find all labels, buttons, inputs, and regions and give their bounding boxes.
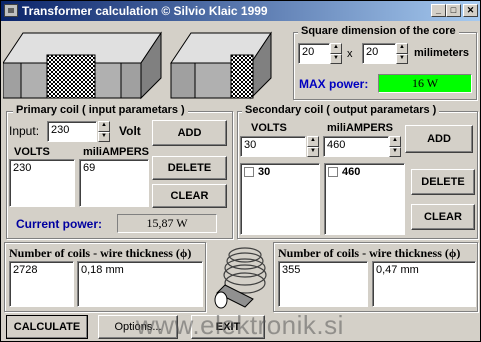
input-voltage-field[interactable]: 230 — [47, 121, 97, 142]
title-bar[interactable]: Transformer calculation © Silvio Klaic 1… — [1, 1, 480, 21]
input-label: Input: — [9, 124, 40, 138]
core-group-label: Square dimension of the core — [298, 25, 459, 37]
list-item[interactable]: 460 — [328, 166, 360, 178]
list-item[interactable]: 30 — [244, 166, 270, 178]
secondary-thickness-value: 0,47 mm — [376, 264, 419, 276]
minimize-button[interactable]: _ — [431, 4, 446, 17]
max-power-value: 16 W — [378, 74, 472, 93]
spin-down-icon[interactable]: ▼ — [389, 146, 401, 157]
core-dim-b-spinner[interactable]: ▲ ▼ — [396, 43, 408, 64]
secondary-add-button[interactable]: ADD — [405, 125, 473, 153]
maximize-icon: □ — [450, 5, 457, 15]
spin-down-icon[interactable]: ▼ — [307, 146, 319, 157]
secondary-amps-input[interactable]: 460 — [323, 136, 389, 157]
core-illustration — [3, 31, 272, 100]
secondary-winding-label: Number of coils - wire thickness (ϕ) — [278, 246, 461, 260]
primary-clear-button[interactable]: CLEAR — [152, 184, 227, 208]
spin-up-icon[interactable]: ▲ — [98, 121, 110, 132]
spin-up-icon[interactable]: ▲ — [307, 136, 319, 147]
core-dim-a-spinner[interactable]: ▲ ▼ — [330, 43, 342, 64]
secondary-volts-input[interactable]: 30 — [240, 136, 306, 157]
core-dim-a-input[interactable]: 20 — [298, 43, 330, 64]
primary-winding-label: Number of coils - wire thickness (ϕ) — [9, 246, 192, 260]
input-voltage-value: 230 — [51, 124, 70, 136]
primary-add-button[interactable]: ADD — [152, 120, 227, 146]
secondary-clear-button[interactable]: CLEAR — [411, 204, 475, 230]
calculate-button[interactable]: CALCULATE — [6, 315, 88, 339]
secondary-group-label: Secondary coil ( output parametars ) — [242, 104, 440, 116]
minimize-icon: _ — [435, 5, 441, 15]
core-dim-a-value: 20 — [302, 46, 315, 58]
primary-amps-list[interactable]: 69 — [79, 159, 149, 207]
secondary-coils-value: 355 — [282, 264, 301, 276]
secondary-amps-list[interactable]: 460 — [324, 163, 405, 235]
spin-up-icon[interactable]: ▲ — [389, 136, 401, 147]
primary-volts-list[interactable]: 230 — [9, 159, 75, 207]
volt-unit-label: Volt — [119, 124, 141, 138]
primary-delete-button[interactable]: DELETE — [152, 156, 227, 180]
primary-coils-value: 2728 — [13, 264, 38, 276]
list-item-text: 30 — [258, 166, 271, 178]
spin-up-icon[interactable]: ▲ — [396, 43, 408, 54]
x-label: x — [347, 48, 353, 60]
secondary-volts-value: 30 — [244, 139, 257, 151]
core-dim-b-input[interactable]: 20 — [362, 43, 396, 64]
secondary-coils-count: 355 — [278, 261, 368, 307]
primary-wire-thickness: 0,18 mm — [77, 261, 203, 307]
e-core-shape — [3, 31, 162, 100]
secondary-wire-thickness: 0,47 mm — [372, 261, 476, 307]
watermark-text: www.elektronik.si — [136, 310, 344, 340]
window-title: Transformer calculation © Silvio Klaic 1… — [22, 4, 268, 18]
app-window: Transformer calculation © Silvio Klaic 1… — [0, 0, 481, 342]
secondary-amps-value: 460 — [327, 139, 346, 151]
primary-coils-count: 2728 — [9, 261, 74, 307]
list-item-text: 460 — [342, 166, 361, 178]
primary-volts-header: VOLTS — [14, 146, 50, 158]
spin-up-icon[interactable]: ▲ — [330, 43, 342, 54]
secondary-amps-spinner[interactable]: ▲ ▼ — [389, 136, 401, 157]
current-power-value: 15,87 W — [117, 214, 217, 233]
secondary-volts-spinner[interactable]: ▲ ▼ — [307, 136, 319, 157]
list-item[interactable]: 230 — [13, 162, 31, 174]
coil-spiral-icon — [214, 247, 267, 309]
secondary-volts-list[interactable]: 30 — [240, 163, 320, 235]
spin-down-icon[interactable]: ▼ — [98, 131, 110, 142]
u-core-shape — [170, 31, 272, 100]
core-dim-b-value: 20 — [366, 46, 379, 58]
spin-down-icon[interactable]: ▼ — [396, 53, 408, 64]
close-icon: ✕ — [466, 5, 475, 15]
max-power-label: MAX power: — [299, 77, 369, 91]
primary-amps-header: miliAMPERS — [83, 146, 150, 158]
close-button[interactable]: ✕ — [463, 4, 478, 17]
list-item[interactable]: 69 — [83, 162, 95, 174]
primary-group-label: Primary coil ( input parametars ) — [13, 104, 188, 116]
maximize-button[interactable]: □ — [446, 4, 461, 17]
checkbox[interactable] — [328, 167, 338, 178]
secondary-delete-button[interactable]: DELETE — [411, 169, 475, 195]
secondary-volts-header: VOLTS — [251, 122, 287, 134]
transformer-app-icon — [4, 4, 18, 17]
primary-thickness-value: 0,18 mm — [81, 264, 124, 276]
spin-down-icon[interactable]: ▼ — [330, 53, 342, 64]
input-voltage-spinner[interactable]: ▲ ▼ — [98, 121, 110, 142]
secondary-amps-header: miliAMPERS — [327, 122, 394, 134]
checkbox[interactable] — [244, 167, 254, 178]
current-power-label: Current power: — [16, 217, 103, 231]
unit-label: milimeters — [414, 47, 470, 59]
